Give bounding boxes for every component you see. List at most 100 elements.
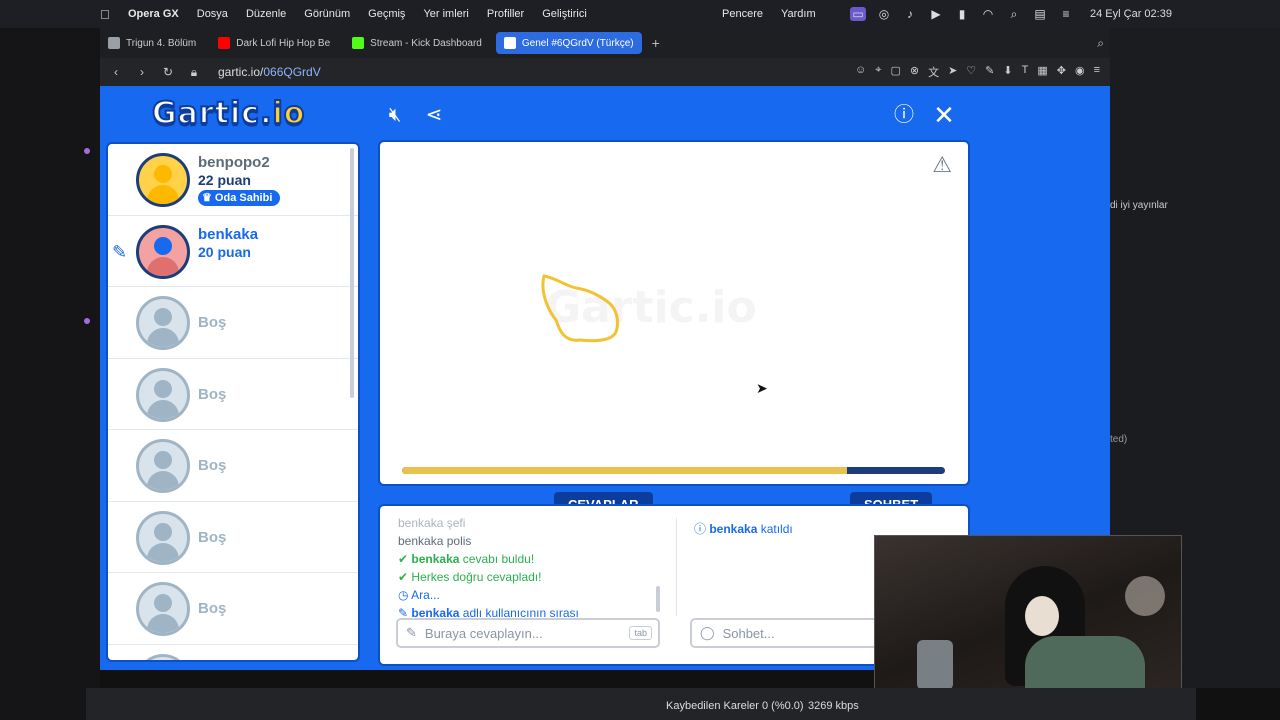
avatar-body	[147, 185, 179, 204]
chat-user: benkaka	[709, 522, 758, 536]
menu-gorunum[interactable]: Görünüm	[304, 8, 350, 20]
spotlight-icon[interactable]: ⌕	[1006, 7, 1022, 22]
answers-scrollbar[interactable]	[656, 586, 660, 612]
tab-favicon-icon	[108, 37, 120, 49]
reload-icon[interactable]: ↻	[158, 65, 178, 79]
puzzle-icon[interactable]: ✥	[1057, 64, 1066, 80]
url-path: 066QGrdV	[263, 65, 321, 79]
menu-yardim[interactable]: Yardım	[781, 8, 816, 20]
url-field[interactable]: gartic.io/066QGrdV	[218, 65, 321, 79]
video-overlay[interactable]	[874, 535, 1182, 707]
avatar-body	[147, 328, 179, 347]
avatar-head	[154, 451, 172, 469]
send-icon[interactable]: ➤	[948, 64, 957, 80]
pen-icon[interactable]: ✎	[985, 64, 994, 80]
volume-icon[interactable]: ♪	[902, 7, 918, 21]
back-icon[interactable]: ‹	[106, 65, 126, 79]
empty-avatar-icon	[136, 582, 190, 636]
menu-profiller[interactable]: Profiller	[487, 8, 524, 20]
airplay-icon[interactable]: ◎	[876, 7, 892, 21]
avatar	[136, 153, 190, 207]
tab-gartic[interactable]: Genel #6QGrdV (Türkçe)	[495, 32, 642, 54]
chat-bubble-icon: ◯	[700, 625, 715, 640]
menu-clock[interactable]: 24 Eyl Çar 02:39	[1090, 8, 1172, 20]
new-tab-icon[interactable]: +	[652, 35, 660, 51]
menu-app-name[interactable]: Opera GX	[128, 8, 179, 20]
answer-placeholder: Buraya cevaplayın...	[424, 625, 543, 641]
list-item: ✔ Herkes doğru cevapladı!	[398, 568, 668, 586]
menu-dosya[interactable]: Dosya	[197, 8, 228, 20]
tab-trigun[interactable]: Trigun 4. Bölüm	[100, 32, 204, 54]
menu-icon[interactable]: ≡	[1094, 64, 1100, 80]
extension-icon[interactable]: T	[1022, 64, 1029, 80]
tab-search-icon[interactable]: ⌕	[1097, 36, 1104, 51]
share-icon[interactable]: ⋖	[422, 103, 446, 127]
avatar-head	[154, 594, 172, 612]
info-icon[interactable]: ⓘ	[892, 103, 916, 127]
video-skull	[1125, 576, 1165, 616]
screen-record-icon[interactable]: ▭	[850, 7, 866, 21]
mouse-cursor-icon: ➤	[756, 380, 768, 396]
apple-icon[interactable]: 	[100, 7, 116, 22]
empty-avatar-icon	[136, 653, 190, 660]
player-row[interactable]: ✎ benkaka 20 puan	[108, 216, 358, 287]
menu-pencere[interactable]: Pencere	[722, 8, 763, 20]
menu-gelistirici[interactable]: Geliştirici	[542, 8, 587, 20]
empty-avatar-icon	[136, 367, 190, 422]
pencil-icon: ✎	[406, 625, 417, 640]
translate-icon[interactable]: 文	[928, 64, 939, 80]
lock-icon: 🔒︎	[190, 64, 198, 79]
avatar-body	[147, 471, 179, 490]
report-warning-icon[interactable]: ⚠	[932, 152, 952, 178]
dropped-frames: Kaybedilen Kareler 0 (%0.0)	[666, 700, 804, 712]
round-progress-fill	[402, 467, 848, 474]
control-center-icon[interactable]: ≡	[1058, 7, 1074, 21]
empty-slot	[108, 645, 358, 660]
menu-yer-imleri[interactable]: Yer imleri	[423, 8, 468, 20]
empty-slot-label: Boş	[198, 528, 227, 546]
player-list-scrollbar[interactable]	[350, 148, 354, 398]
empty-slot: Boş	[108, 573, 358, 645]
drawing-canvas[interactable]: Gartic.io ⚠ ➤	[378, 140, 970, 486]
display-icon[interactable]: ▤	[1032, 7, 1048, 21]
gartic-favicon-icon	[503, 37, 516, 49]
forward-icon[interactable]: ›	[132, 65, 152, 79]
answers-list: benkaka şefi benkaka polis ✔ benkaka cev…	[398, 514, 668, 622]
avatar-head	[154, 379, 172, 398]
chat-placeholder: Sohbet...	[722, 625, 775, 641]
list-item: ⓘ benkaka katıldı	[694, 520, 793, 537]
menu-duzenle[interactable]: Düzenle	[246, 8, 286, 20]
emoji-icon[interactable]: ☺	[855, 64, 866, 80]
player-row[interactable]: benpopo2 22 puan ♛ Oda Sahibi	[108, 144, 358, 216]
bitrate: 3269 kbps	[808, 700, 859, 712]
gallery-icon[interactable]: ▦	[1037, 64, 1047, 80]
pin-icon[interactable]: ⌖	[875, 64, 881, 80]
download-icon[interactable]: ⬇	[1003, 64, 1012, 80]
heart-icon[interactable]: ♡	[966, 64, 976, 80]
answer-text: polis	[446, 534, 472, 548]
side-chat-text: ted)	[1110, 434, 1128, 445]
answer-input[interactable]: ✎ Buraya cevaplayın... tab	[396, 618, 660, 648]
gartic-logo: Gartic.io	[151, 95, 305, 132]
sidebar-dot	[84, 318, 90, 324]
block-icon[interactable]: ⊗	[910, 64, 919, 80]
answer-text: Herkes doğru cevapladı!	[411, 570, 542, 584]
sound-off-icon[interactable]: 🔇︎	[383, 103, 407, 127]
avatar-head	[154, 522, 172, 541]
profile-icon[interactable]: ◉	[1075, 64, 1085, 80]
drawing-stroke	[541, 274, 620, 343]
close-icon[interactable]: ✕	[932, 102, 956, 128]
snapshot-icon[interactable]: ▢	[890, 64, 900, 80]
menu-gecmis[interactable]: Geçmiş	[368, 8, 405, 20]
video-face	[1025, 596, 1059, 636]
wifi-icon[interactable]: ◠	[980, 7, 996, 21]
tab-lofi[interactable]: Dark Lofi Hip Hop Be	[210, 32, 338, 54]
tab-kick[interactable]: Stream - Kick Dashboard	[344, 32, 490, 54]
avatar-head	[154, 236, 172, 255]
play-icon[interactable]: ▶	[928, 7, 944, 21]
answer-user: benkaka	[398, 534, 444, 548]
battery-icon[interactable]: ▮	[954, 7, 970, 21]
avatar-head	[154, 165, 172, 183]
empty-slot-label: Boş	[198, 600, 227, 617]
address-bar: ‹ › ↻ 🔒︎ gartic.io/066QGrdV ☺ ⌖ ▢ ⊗ 文 ➤ …	[100, 58, 1110, 86]
